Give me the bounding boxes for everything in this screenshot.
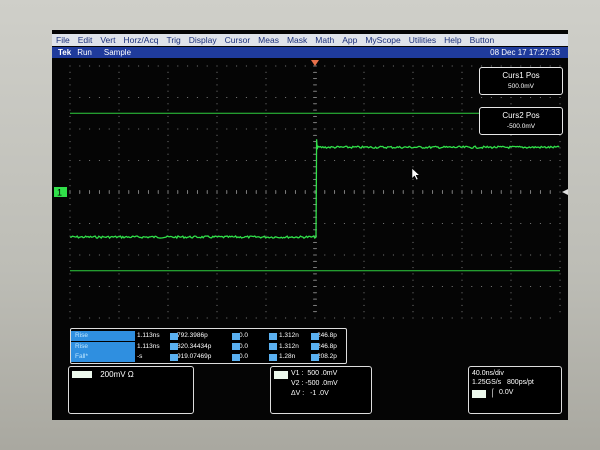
horizontal-acq-box[interactable]: 40.0ns/div 1.25GS/s 800ps/pt ⌠ 0.0V: [468, 366, 562, 414]
meas-min: 0.0: [239, 353, 249, 360]
stat-max-icon: [269, 343, 277, 350]
status-bar: Tek Run Sample 08 Dec 17 17:27:33: [52, 47, 568, 58]
mouse-pointer-icon: [411, 167, 421, 181]
menu-cursor[interactable]: Cursor: [221, 35, 255, 45]
v1-readout: V1 : 500 .0mV: [291, 370, 338, 377]
meas-name: Fall*: [71, 352, 135, 362]
stat-stddev-icon: [311, 332, 319, 340]
stat-min-icon: [232, 332, 240, 340]
meas-name: Rise: [71, 341, 135, 352]
run-status[interactable]: Run: [71, 48, 92, 57]
stat-max-icon: [269, 332, 277, 340]
menu-file[interactable]: File: [52, 35, 74, 45]
stat-mean-icon: [170, 343, 178, 350]
meas-min: 0.0: [239, 342, 249, 350]
oscilloscope-bezel: File Edit Vert Horz/Acq Trig Display Cursor Mea…: [0, 0, 600, 450]
meas-max: 1.28n: [279, 353, 296, 360]
stat-min-icon: [232, 343, 240, 350]
waveform-display[interactable]: 1: [52, 58, 568, 328]
v2-readout: V2 : -500 .0mV: [291, 380, 338, 387]
sample-rate: 1.25GS/s 800ps/pt: [472, 379, 534, 386]
graticule-grid: [69, 65, 561, 319]
trigger-swatch: [472, 390, 486, 398]
menu-help[interactable]: Help: [440, 35, 465, 45]
curs2-pos-readout[interactable]: Curs2 Pos -500.0mV: [479, 107, 563, 135]
meas-sd: 246.8p: [317, 342, 337, 350]
stat-max-icon: [269, 353, 277, 361]
date-time: 08 Dec 17 17:27:33: [490, 48, 560, 57]
curs2-title: Curs2 Pos: [502, 111, 540, 120]
stat-mean-icon: [170, 332, 178, 340]
brand-label: Tek: [58, 48, 72, 57]
meas-value: 1.113ns: [137, 342, 160, 350]
meas-mu: 919.07469p: [177, 353, 212, 360]
menu-display[interactable]: Display: [185, 35, 221, 45]
measurement-row[interactable]: Rise 1.113ns 792.3986p 0.0 1.312n 246.8p: [71, 331, 346, 341]
stat-mean-icon: [170, 353, 178, 361]
measurement-table[interactable]: Rise 1.113ns 792.3986p 0.0 1.312n 246.8p Rise 1…: [70, 328, 347, 364]
curs1-pos-readout[interactable]: Curs1 Pos 500.0mV: [479, 67, 563, 95]
curs2-value: -500.0mV: [506, 123, 536, 130]
menu-bar: File Edit Vert Horz/Acq Trig Display Cursor Mea…: [52, 34, 568, 46]
menu-meas[interactable]: Meas: [254, 35, 283, 45]
meas-sd: 246.8p: [317, 332, 337, 339]
menu-myscope[interactable]: MyScope: [361, 35, 404, 45]
measurement-row[interactable]: Rise 1.113ns 820.34434p 0.0 1.312n 246.8p: [71, 341, 346, 352]
menu-vert[interactable]: Vert: [96, 35, 119, 45]
curs1-title: Curs1 Pos: [502, 71, 540, 80]
stat-min-icon: [232, 353, 240, 361]
meas-mu: 792.3986p: [177, 332, 208, 339]
menu-math[interactable]: Math: [311, 35, 338, 45]
trigger-level: 0.0V: [499, 389, 514, 396]
meas-min: 0.0: [239, 332, 249, 339]
measurement-row[interactable]: Fall* -s 919.07469p 0.0 1.28n 208.2p: [71, 352, 346, 362]
trigger-edge-icon: ⌠: [490, 388, 495, 397]
meas-name: Rise: [71, 331, 135, 341]
cursor-swatch: [274, 371, 288, 379]
cursor-readout-box[interactable]: V1 : 500 .0mV V2 : -500 .0mV ΔV : -1 .0V: [270, 366, 372, 414]
stat-stddev-icon: [311, 353, 319, 361]
meas-max: 1.312n: [279, 342, 299, 350]
menu-app[interactable]: App: [338, 35, 361, 45]
delta-v-readout: ΔV : -1 .0V: [291, 390, 329, 397]
menu-horz-acq[interactable]: Horz/Acq: [119, 35, 162, 45]
vertical-scale: 200mV Ω: [100, 370, 134, 379]
menu-edit[interactable]: Edit: [74, 35, 97, 45]
oscilloscope-screen: File Edit Vert Horz/Acq Trig Display Cursor Mea…: [52, 30, 568, 420]
meas-value: -s: [137, 353, 143, 360]
channel-swatch: [72, 371, 92, 379]
trigger-level-arrow-icon[interactable]: [562, 189, 568, 195]
channel-1-label: 1: [57, 188, 62, 198]
menu-button[interactable]: Button: [466, 35, 499, 45]
meas-mu: 820.34434p: [177, 342, 212, 350]
menu-mask[interactable]: Mask: [283, 35, 311, 45]
meas-max: 1.312n: [279, 332, 299, 339]
meas-value: 1.113ns: [137, 332, 160, 339]
menu-trig[interactable]: Trig: [162, 35, 184, 45]
vertical-scale-box[interactable]: 200mV Ω: [68, 366, 194, 414]
trigger-position-marker[interactable]: [311, 60, 319, 66]
channel-1-marker[interactable]: 1: [54, 187, 67, 198]
acq-mode: Sample: [103, 48, 132, 57]
meas-sd: 208.2p: [317, 353, 337, 360]
menu-utilities[interactable]: Utilities: [405, 35, 440, 45]
curs1-value: 500.0mV: [507, 83, 535, 90]
timebase: 40.0ns/div: [472, 370, 504, 377]
stat-stddev-icon: [311, 343, 319, 350]
